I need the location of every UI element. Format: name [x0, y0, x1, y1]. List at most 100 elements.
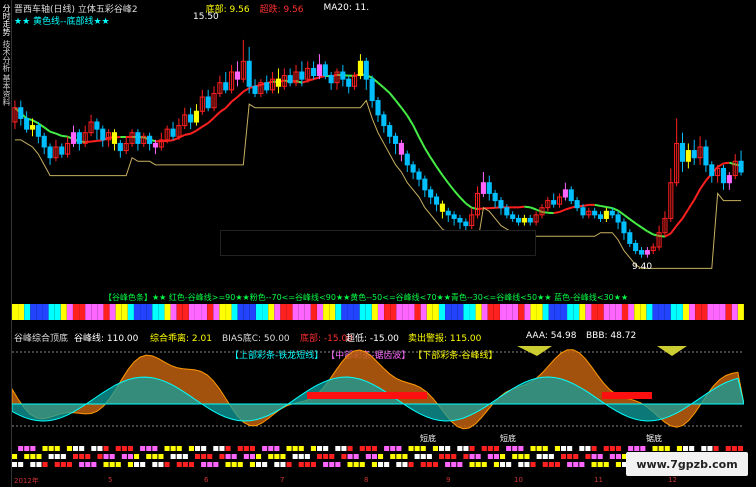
signal-strip-cell [73, 454, 79, 459]
signal-strip-cell [591, 446, 597, 451]
candle-body [498, 200, 504, 209]
signal-strip-cell [54, 462, 60, 467]
band-cell [567, 304, 574, 320]
band-cell [615, 304, 622, 320]
signal-strip-cell [243, 454, 249, 459]
candle-body [188, 114, 194, 123]
signal-strip-cell [567, 462, 573, 467]
signal-strip-cell [146, 446, 152, 451]
band-cell [426, 304, 433, 320]
band-cell [414, 304, 421, 320]
candle-body [434, 196, 440, 205]
band-cell [536, 304, 543, 320]
signal-strip-cell [689, 446, 695, 451]
band-cell [493, 304, 500, 320]
ma-line-segment [213, 111, 221, 119]
candle-body [252, 85, 258, 94]
signal-strip-cell [713, 446, 719, 451]
ma-line-segment [729, 161, 736, 166]
signal-strip-cell [115, 446, 121, 451]
candle-body [644, 250, 650, 255]
band-cell [91, 304, 98, 320]
candle-body [480, 182, 486, 194]
bias-value: BIAS底C: 50.00 [222, 334, 290, 344]
peak-price-label: 15.50 [193, 12, 219, 22]
band-cell [658, 304, 665, 320]
candle-body [135, 132, 141, 144]
candle-body [328, 75, 334, 84]
candle-body [404, 153, 410, 166]
signal-strip-cell [439, 454, 445, 459]
band-cell [207, 304, 214, 320]
signal-strip-cell [225, 462, 231, 467]
band-cell [457, 304, 464, 320]
candle-body [387, 125, 393, 137]
candle-body [638, 250, 645, 255]
band-cell [445, 304, 452, 320]
signal-strip-cell [158, 462, 164, 467]
signal-strip-cell [371, 446, 377, 451]
signal-strip-cell [182, 454, 188, 459]
candle-body [94, 121, 100, 130]
band-cell [396, 304, 403, 320]
chart-header: 晋西车轴(日线) 立体五彩谷峰2 底部: 9.56 超跌: 9.56 MA20:… [14, 2, 369, 15]
band-cell [603, 304, 610, 320]
signal-strip-cell [506, 462, 512, 467]
signal-strip-cell [554, 446, 560, 451]
band-cell [249, 304, 256, 320]
signal-strip-cell [573, 454, 579, 459]
signal-strip-cell [615, 454, 621, 459]
band-cell [329, 304, 336, 320]
candle-body [492, 192, 498, 202]
signal-strip-cell [493, 446, 499, 451]
signal-strip-cell [170, 446, 176, 451]
side-tab-intraday[interactable]: 分时走势 [1, 4, 11, 36]
band-cell [140, 304, 147, 320]
band-cell [640, 304, 647, 320]
signal-strip-cell [414, 454, 420, 459]
signal-strip-cell [615, 462, 621, 467]
ma-line-segment [90, 139, 98, 143]
signal-strip-cell [249, 462, 255, 467]
side-tab-fundamentals[interactable]: 基本资料 [1, 74, 11, 106]
ma-line-segment [190, 129, 197, 135]
signal-strip-cell [402, 454, 408, 459]
side-tab-technical[interactable]: 技术分析 [1, 40, 11, 72]
ma-line-segment [55, 132, 63, 137]
band-cell [292, 304, 299, 320]
signal-strip-cell [524, 454, 530, 459]
signal-strip-cell [396, 454, 402, 459]
signal-strip-cell [609, 454, 615, 459]
candle-body [486, 182, 492, 194]
signal-strip-cell [469, 454, 475, 459]
ma-line-segment [623, 214, 631, 220]
ma-line-segment [184, 132, 191, 136]
signal-strip-cell [36, 462, 42, 467]
super-value: 超跌: 9.56 [259, 4, 304, 15]
band-cell [371, 304, 378, 320]
signal-strip-cell [66, 462, 72, 467]
candle-body [451, 214, 457, 219]
signal-strip-cell [109, 454, 115, 459]
ma-line-segment [524, 205, 531, 209]
ma-line-segment [565, 206, 572, 211]
band-cell [683, 304, 689, 320]
band-cell [103, 304, 110, 320]
signal-strip-cell [378, 462, 384, 467]
signal-strip-cell [274, 446, 280, 451]
candle-body [264, 82, 270, 91]
band-cell [347, 304, 354, 320]
candle-body [510, 214, 516, 219]
band-cell [298, 304, 305, 320]
band-cell [713, 304, 720, 320]
band-cell [591, 304, 598, 320]
signal-strip-cell [24, 446, 30, 451]
signal-strip-cell [542, 462, 548, 467]
ma-line-segment [319, 74, 326, 79]
signal-strip-cell [219, 446, 225, 451]
chaodi-value: 超低: -15.00 [346, 334, 399, 344]
band-cell [134, 304, 140, 320]
color-band-strip [12, 304, 744, 320]
bottom-line-legend: ★★ 黄色线--底部线★★ [14, 17, 110, 27]
candle-body [35, 125, 41, 137]
